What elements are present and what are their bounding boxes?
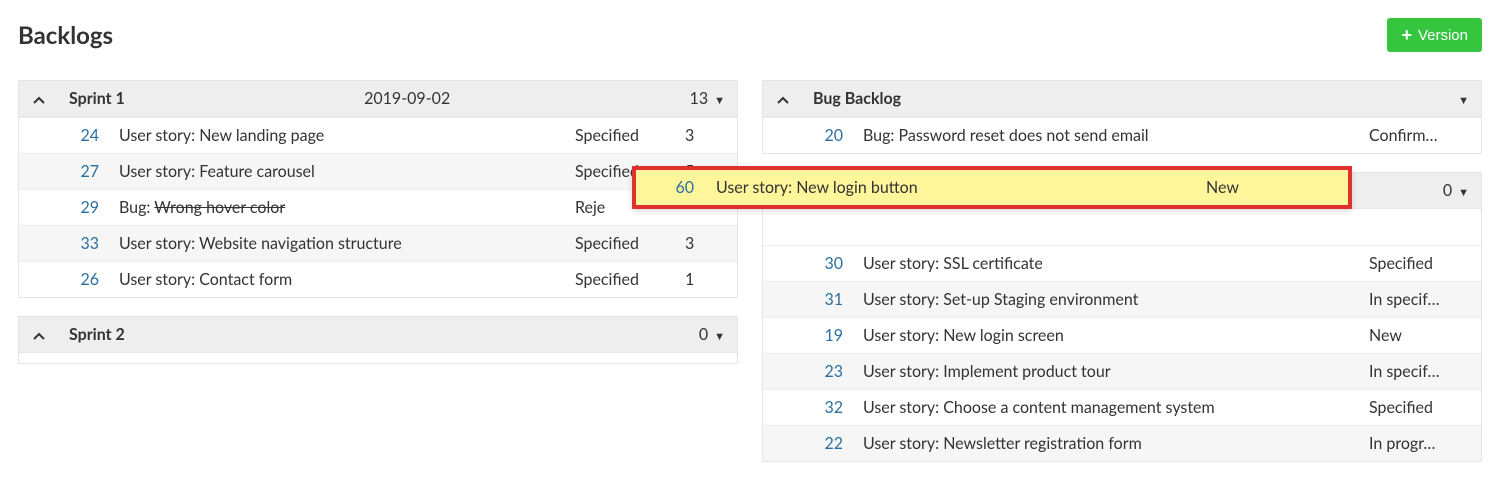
table-row[interactable]: 27 User story: Feature carousel Specifie…	[19, 153, 737, 189]
backlog-header-sprint-2[interactable]: Sprint 2 0 ▼	[19, 317, 737, 353]
chevron-up-icon[interactable]	[29, 326, 49, 343]
item-title: User story: Set-up Staging environment	[863, 290, 1369, 309]
item-title: User story: New landing page	[119, 126, 575, 145]
add-version-button[interactable]: + Version	[1387, 18, 1482, 52]
item-title: User story: Choose a content management …	[863, 398, 1369, 417]
caret-down-icon[interactable]: ▼	[714, 94, 725, 107]
table-row[interactable]: 26 User story: Contact form Specified 1	[19, 261, 737, 297]
item-id-link[interactable]: 27	[29, 162, 119, 181]
item-status: Specified	[1369, 254, 1469, 273]
table-row[interactable]: 22 User story: Newsletter registration f…	[763, 425, 1481, 461]
chevron-up-icon[interactable]	[773, 90, 793, 107]
item-id-link[interactable]: 22	[773, 434, 863, 453]
item-id-link[interactable]: 24	[29, 126, 119, 145]
item-id-link[interactable]: 33	[29, 234, 119, 253]
item-title: Bug: Password reset does not send email	[863, 126, 1369, 145]
item-status: Specified	[1369, 398, 1469, 417]
backlog-product: 0 ▼ 30 User story: SSL certificate Speci…	[762, 172, 1482, 462]
item-title: User story: New login button	[716, 178, 1206, 197]
item-status: In progr…	[1369, 434, 1469, 453]
backlog-bug: Bug Backlog ▼ 20 Bug: Password reset doe…	[762, 80, 1482, 154]
item-id-link[interactable]: 19	[773, 326, 863, 345]
table-row[interactable]: 29 Bug: Wrong hover color Reje	[19, 189, 737, 225]
table-row[interactable]: 23 User story: Implement product tour In…	[763, 353, 1481, 389]
item-id-link[interactable]: 30	[773, 254, 863, 273]
backlog-header-sprint-1[interactable]: Sprint 1 2019-09-02 13 ▼	[19, 81, 737, 117]
item-status: Specified	[575, 234, 685, 253]
item-id-link[interactable]: 32	[773, 398, 863, 417]
item-status: Specified	[575, 270, 685, 289]
item-id-link[interactable]: 29	[29, 198, 119, 217]
item-title: Bug: Wrong hover color	[119, 198, 575, 217]
chevron-up-icon[interactable]	[29, 90, 49, 107]
item-title: User story: Feature carousel	[119, 162, 575, 181]
item-status: Specified	[575, 126, 685, 145]
backlog-points: 13	[690, 89, 709, 108]
item-status: New	[1369, 326, 1469, 345]
item-points: 1	[685, 270, 725, 289]
backlog-header-bug[interactable]: Bug Backlog ▼	[763, 81, 1481, 117]
item-title: User story: Newsletter registration form	[863, 434, 1369, 453]
item-title: User story: Website navigation structure	[119, 234, 575, 253]
item-id-link[interactable]: 26	[29, 270, 119, 289]
item-title: User story: New login screen	[863, 326, 1369, 345]
table-row[interactable]: 20 Bug: Password reset does not send ema…	[763, 117, 1481, 153]
item-id-link[interactable]: 20	[773, 126, 863, 145]
table-row[interactable]: 24 User story: New landing page Specifie…	[19, 117, 737, 153]
item-id-link[interactable]: 60	[646, 178, 716, 197]
plus-icon: +	[1401, 26, 1412, 44]
table-row[interactable]: 32 User story: Choose a content manageme…	[763, 389, 1481, 425]
item-title: User story: Contact form	[119, 270, 575, 289]
table-row[interactable]: 30 User story: SSL certificate Specified	[763, 245, 1481, 281]
item-points: 3	[685, 234, 725, 253]
table-row[interactable]: 33 User story: Website navigation struct…	[19, 225, 737, 261]
backlog-title: Sprint 1	[69, 89, 125, 108]
table-row[interactable]: 19 User story: New login screen New	[763, 317, 1481, 353]
page-title: Backlogs	[18, 21, 113, 50]
item-id-link[interactable]: 31	[773, 290, 863, 309]
caret-down-icon[interactable]: ▼	[714, 330, 725, 343]
backlog-date: 2019-09-02	[125, 89, 690, 108]
add-version-label: Version	[1418, 27, 1468, 44]
backlog-sprint-2: Sprint 2 0 ▼	[18, 316, 738, 364]
dragged-item[interactable]: 60 User story: New login button New	[632, 166, 1352, 209]
item-status: In specif…	[1369, 362, 1469, 381]
item-title: User story: Implement product tour	[863, 362, 1369, 381]
caret-down-icon[interactable]: ▼	[1458, 94, 1469, 107]
backlog-points: 0	[1443, 181, 1452, 200]
item-points: 3	[685, 126, 725, 145]
item-status: Confirm…	[1369, 126, 1469, 145]
backlog-sprint-1: Sprint 1 2019-09-02 13 ▼ 24 User story: …	[18, 80, 738, 298]
item-status: In specif…	[1369, 290, 1469, 309]
caret-down-icon[interactable]: ▼	[1458, 186, 1469, 199]
item-id-link[interactable]: 23	[773, 362, 863, 381]
table-row[interactable]: 31 User story: Set-up Staging environmen…	[763, 281, 1481, 317]
item-status: New	[1206, 178, 1336, 197]
item-title: User story: SSL certificate	[863, 254, 1369, 273]
backlog-title: Bug Backlog	[813, 89, 901, 108]
backlog-points: 0	[699, 325, 708, 344]
backlog-title: Sprint 2	[69, 325, 125, 344]
